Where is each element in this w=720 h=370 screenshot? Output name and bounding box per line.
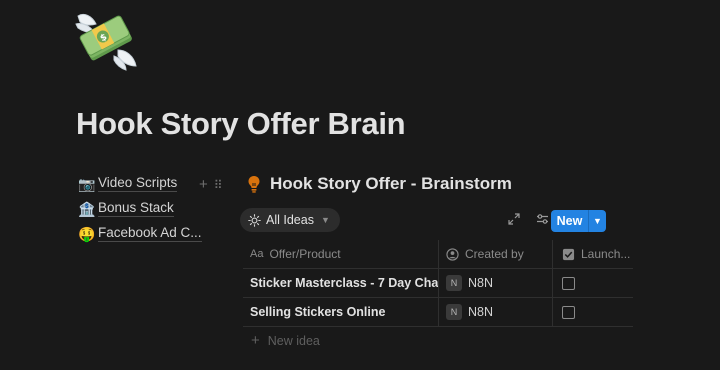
page-title[interactable]: Hook Story Offer Brain xyxy=(76,106,406,142)
avatar: N xyxy=(446,304,462,320)
database-header: Hook Story Offer - Brainstorm xyxy=(246,174,512,194)
text-property-icon: Aa xyxy=(250,248,264,260)
database-table: Aa Offer/Product Created by Launch... St… xyxy=(243,240,633,327)
sun-icon xyxy=(248,213,261,227)
cell-launched xyxy=(553,269,633,297)
table-row[interactable]: Sticker Masterclass - 7 Day Challenge N … xyxy=(243,269,633,298)
column-header-created-by[interactable]: Created by xyxy=(439,240,553,268)
plus-icon: + xyxy=(251,332,260,349)
table-row[interactable]: Selling Stickers Online N N8N xyxy=(243,298,633,327)
block-tools: + ⠿ xyxy=(199,176,223,193)
launched-checkbox[interactable] xyxy=(562,305,575,319)
launched-checkbox[interactable] xyxy=(562,276,575,290)
cell-offer-product[interactable]: Selling Stickers Online xyxy=(243,298,439,326)
database-toolbar xyxy=(505,210,551,228)
link-label: Bonus Stack xyxy=(98,200,174,217)
cell-created-by[interactable]: N N8N xyxy=(439,298,553,326)
link-facebook-ad[interactable]: 🤑 Facebook Ad C... xyxy=(78,221,248,246)
link-label: Facebook Ad C... xyxy=(98,225,202,242)
cell-created-by[interactable]: N N8N xyxy=(439,269,553,297)
new-button-dropdown-chevron-icon[interactable]: ▼ xyxy=(588,210,606,232)
chevron-down-icon: ▼ xyxy=(320,215,330,225)
new-idea-button[interactable]: + New idea xyxy=(251,333,320,348)
checkbox-icon xyxy=(562,248,575,260)
page-icon-money-with-wings[interactable]: $ xyxy=(74,10,140,72)
table-header-row: Aa Offer/Product Created by Launch... xyxy=(243,240,633,269)
view-tab-all-ideas[interactable]: All Ideas ▼ xyxy=(240,208,340,232)
link-bonus-stack[interactable]: 🏦 Bonus Stack xyxy=(78,196,248,221)
money-mouth-face-icon: 🤑 xyxy=(78,225,96,242)
person-name: N8N xyxy=(468,276,494,290)
cell-launched xyxy=(553,298,633,326)
cell-offer-product[interactable]: Sticker Masterclass - 7 Day Challenge xyxy=(243,269,439,297)
person-circle-icon xyxy=(446,247,459,261)
new-button-main[interactable]: New xyxy=(551,210,588,232)
camera-icon: 📷 xyxy=(78,175,96,192)
add-block-icon[interactable]: + xyxy=(199,176,208,193)
person-name: N8N xyxy=(468,305,494,319)
column-label: Launch... xyxy=(581,247,631,261)
view-tab-label: All Ideas xyxy=(266,213,314,227)
link-label: Video Scripts xyxy=(98,175,178,192)
column-header-offer-product[interactable]: Aa Offer/Product xyxy=(243,240,439,268)
column-label: Offer/Product xyxy=(269,247,341,261)
column-header-launched[interactable]: Launch... xyxy=(553,240,633,268)
settings-sliders-icon[interactable] xyxy=(533,210,551,228)
database-title[interactable]: Hook Story Offer - Brainstorm xyxy=(270,174,512,194)
new-button: New ▼ xyxy=(551,210,606,232)
bank-icon: 🏦 xyxy=(78,200,96,217)
avatar: N xyxy=(446,275,462,291)
new-idea-label: New idea xyxy=(267,333,320,348)
lightbulb-icon xyxy=(248,176,260,193)
column-label: Created by xyxy=(465,247,524,261)
expand-icon[interactable] xyxy=(505,210,523,228)
drag-handle-icon[interactable]: ⠿ xyxy=(214,178,223,192)
